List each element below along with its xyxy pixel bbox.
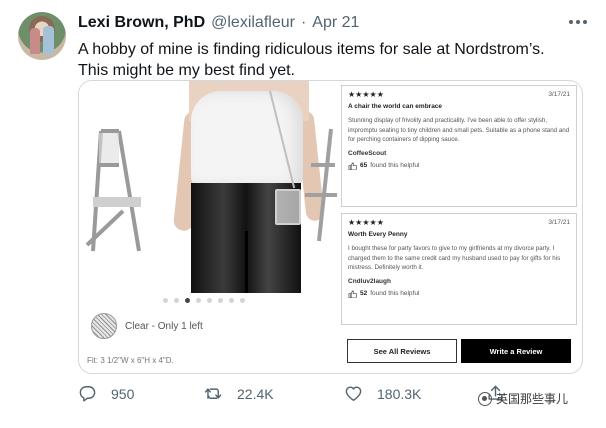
review-date: 3/17/21 — [548, 219, 570, 226]
wechat-icon — [478, 391, 492, 406]
pager-dot[interactable] — [163, 298, 168, 303]
pager-dot[interactable] — [174, 298, 179, 303]
review-date: 3/17/21 — [548, 91, 570, 98]
color-availability: Clear - Only 1 left — [125, 321, 203, 332]
pager-dot[interactable] — [185, 298, 190, 303]
more-options-icon[interactable] — [566, 12, 590, 32]
review-author: CoffeeScout — [348, 149, 387, 157]
review-title: A chair the world can embrace — [348, 103, 443, 110]
helpful-row: 52 found this helpful — [348, 290, 570, 298]
folding-chair-image — [85, 129, 141, 252]
author-handle[interactable]: @lexilafleur — [211, 14, 295, 32]
model-top — [191, 91, 303, 187]
star-rating: ★★★★★ — [348, 218, 384, 227]
separator-dot: · — [300, 14, 307, 31]
review-title: Worth Every Penny — [348, 231, 408, 238]
pager-dot[interactable] — [229, 298, 234, 303]
review-body: Stunning display of frivolity and practi… — [348, 117, 570, 143]
helpful-row: 65 found this helpful — [348, 162, 570, 170]
pager-dot[interactable] — [218, 298, 223, 303]
review-card: ★★★★★ 3/17/21 Worth Every Penny I bought… — [341, 213, 577, 325]
review-author: Cndluv2laugh — [348, 277, 391, 285]
chair-bag-image — [275, 189, 301, 225]
pager-dot[interactable] — [207, 298, 212, 303]
helpful-count: 52 — [360, 290, 368, 297]
retweet-count: 22.4K — [237, 385, 274, 402]
helpful-label: found this helpful — [370, 162, 420, 169]
review-card: ★★★★★ 3/17/21 A chair the world can embr… — [341, 85, 577, 207]
image-pager[interactable] — [163, 298, 245, 303]
source-watermark: 英国那些事儿 — [478, 390, 568, 407]
like-button[interactable]: 180.3K — [344, 384, 421, 403]
write-review-button[interactable]: Write a Review — [461, 339, 571, 363]
heart-icon — [345, 386, 362, 401]
author-avatar[interactable] — [18, 12, 66, 60]
tweet-header: Lexi Brown, PhD @lexilafleur · Apr 21 — [78, 14, 359, 32]
avatar-figure — [43, 26, 54, 54]
color-swatch[interactable] — [91, 313, 117, 339]
helpful-count: 65 — [360, 162, 368, 169]
retweet-icon — [204, 388, 222, 399]
pager-dot[interactable] — [240, 298, 245, 303]
pants-seam — [245, 231, 248, 293]
reviews-panel: ★★★★★ 3/17/21 A chair the world can embr… — [341, 81, 581, 337]
reply-count: 950 — [111, 385, 135, 402]
star-rating: ★★★★★ — [348, 90, 384, 99]
reply-icon — [79, 386, 96, 402]
fit-dimensions: Fit: 3 1/2"W x 6"H x 4"D. — [87, 356, 174, 365]
author-name[interactable]: Lexi Brown, PhD — [78, 14, 205, 32]
review-body: I bought these for party favors to give … — [348, 245, 561, 271]
watermark-text: 英国那些事儿 — [496, 392, 569, 406]
avatar-figure — [30, 28, 40, 54]
folding-chair-image — [305, 128, 337, 242]
reply-button[interactable]: 950 — [78, 384, 134, 403]
helpful-label: found this helpful — [370, 290, 420, 297]
see-all-reviews-button[interactable]: See All Reviews — [347, 339, 457, 363]
like-count: 180.3K — [377, 385, 422, 402]
product-photo — [79, 81, 337, 293]
thumbs-up-icon[interactable] — [348, 290, 358, 298]
tweet-media-image[interactable]: Clear - Only 1 left Fit: 3 1/2"W x 6"H x… — [78, 80, 583, 374]
retweet-button[interactable]: 22.4K — [204, 384, 274, 403]
tweet-date[interactable]: Apr 21 — [312, 14, 359, 32]
thumbs-up-icon[interactable] — [348, 162, 358, 170]
tweet-text: A hobby of mine is finding ridiculous it… — [78, 41, 545, 79]
pager-dot[interactable] — [196, 298, 201, 303]
